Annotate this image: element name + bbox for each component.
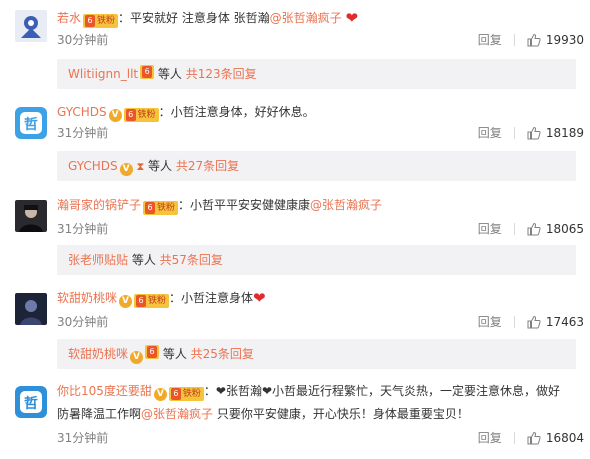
comment-body: ：平安就好 注意身体 张哲瀚 bbox=[118, 11, 270, 25]
comment-actions: 回复 19930 bbox=[478, 32, 584, 48]
like-count: 17463 bbox=[545, 315, 584, 329]
reply-username[interactable]: GYCHDS bbox=[68, 159, 118, 173]
view-replies-link[interactable]: 共123条回复 bbox=[186, 67, 257, 81]
comment-time: 30分钟前 bbox=[57, 315, 109, 329]
view-replies-link[interactable]: 共57条回复 bbox=[160, 253, 223, 267]
view-replies-link[interactable]: 共25条回复 bbox=[191, 347, 254, 361]
thumbs-up-icon[interactable] bbox=[527, 431, 541, 445]
username-link[interactable]: 若水 bbox=[57, 11, 81, 25]
username-link[interactable]: GYCHDS bbox=[57, 105, 107, 119]
thumbs-up-icon[interactable] bbox=[527, 33, 541, 47]
comment-body: ：小哲平平安安健健康康 bbox=[178, 198, 311, 212]
comment-actions: 回复 17463 bbox=[478, 314, 584, 330]
verified-v-icon: V bbox=[119, 163, 133, 176]
comment-body: ：❤张哲瀚❤小哲最近行程繁忙，天气炎热，一定要注意休息，做好 bbox=[203, 384, 561, 398]
comment-actions: 回复 16804 bbox=[478, 430, 584, 446]
reply-summary-bar[interactable]: Wlitiignn_llt 等人 共123条回复 bbox=[57, 59, 576, 89]
reply-summary-mid: 等人 bbox=[159, 347, 191, 361]
avatar[interactable] bbox=[15, 10, 47, 42]
verified-v-icon: V bbox=[130, 351, 144, 364]
divider bbox=[513, 127, 515, 139]
comment-text-line2: 防暑降温工作啊@张哲瀚疯子 只要你平安健康，开心快乐！身体最重要宝贝！ bbox=[57, 404, 584, 424]
reply-summary-mid: 等人 bbox=[128, 253, 160, 267]
reply-summary-bar[interactable]: GYCHDS V ⧗ 等人 共27条回复 bbox=[57, 151, 576, 181]
reply-button[interactable]: 回复 bbox=[478, 314, 502, 330]
comment-body: ：小哲注意身体，好好休息。 bbox=[158, 105, 315, 119]
avatar[interactable]: 哲 bbox=[15, 386, 47, 418]
heart-emoji-icon: ❤ bbox=[345, 9, 359, 27]
username-link[interactable]: 你比105度还要甜 bbox=[57, 384, 152, 398]
divider bbox=[513, 316, 515, 328]
username-link[interactable]: 软甜奶桃咪 bbox=[57, 291, 117, 305]
comment-actions: 回复 18065 bbox=[478, 221, 584, 237]
reply-summary-bar[interactable]: 张老师贴贴 等人 共57条回复 bbox=[57, 245, 576, 275]
fan-badge-icon: 铁粉 bbox=[143, 201, 179, 215]
fan-badge-icon: 铁粉 bbox=[134, 294, 170, 308]
comment-time: 30分钟前 bbox=[57, 33, 109, 47]
svg-text:哲: 哲 bbox=[24, 395, 38, 412]
comment-text: 你比105度还要甜V铁粉：❤张哲瀚❤小哲最近行程繁忙，天气炎热，一定要注意休息，… bbox=[57, 381, 584, 401]
comment-text: 软甜奶桃咪V铁粉：小哲注意身体❤ bbox=[57, 288, 584, 308]
thumbs-up-icon[interactable] bbox=[527, 222, 541, 236]
comment-time: 31分钟前 bbox=[57, 126, 109, 140]
reply-button[interactable]: 回复 bbox=[478, 221, 502, 237]
like-count: 19930 bbox=[545, 33, 584, 47]
view-replies-link[interactable]: 共27条回复 bbox=[176, 159, 239, 173]
like-count: 18065 bbox=[545, 222, 584, 236]
fan-badge-icon: 铁粉 bbox=[83, 14, 119, 28]
divider bbox=[513, 34, 515, 46]
avatar[interactable] bbox=[15, 200, 47, 232]
verified-v-icon: V bbox=[153, 388, 167, 401]
mention-link[interactable]: @张哲瀚疯子 bbox=[270, 11, 342, 25]
divider bbox=[513, 223, 515, 235]
comment-time: 31分钟前 bbox=[57, 222, 109, 236]
heart-emoji-icon: ❤ bbox=[253, 289, 266, 307]
reply-button[interactable]: 回复 bbox=[478, 32, 502, 48]
reply-username[interactable]: 软甜奶桃咪 bbox=[68, 347, 128, 361]
comment-time: 31分钟前 bbox=[57, 431, 109, 445]
verified-v-icon: V bbox=[108, 109, 122, 122]
verified-v-icon: V bbox=[119, 295, 133, 308]
comment-body-3: 只要你平安健康，开心快乐！身体最重要宝贝！ bbox=[213, 407, 469, 421]
reply-button[interactable]: 回复 bbox=[478, 125, 502, 141]
username-link[interactable]: 瀚哥家的锅铲子 bbox=[57, 198, 141, 212]
svg-text:哲: 哲 bbox=[24, 116, 38, 133]
fan-badge-icon: 铁粉 bbox=[123, 108, 159, 122]
comment-body-2: 防暑降温工作啊 bbox=[57, 407, 142, 421]
thumbs-up-icon[interactable] bbox=[527, 315, 541, 329]
reply-summary-bar[interactable]: 软甜奶桃咪V 等人 共25条回复 bbox=[57, 339, 576, 369]
comment-actions: 回复 18189 bbox=[478, 125, 584, 141]
fan-badge-icon bbox=[145, 345, 160, 359]
reply-button[interactable]: 回复 bbox=[478, 430, 502, 446]
comment-text: GYCHDSV铁粉：小哲注意身体，好好休息。 bbox=[57, 102, 584, 122]
mention-link[interactable]: @张哲瀚疯子 bbox=[141, 407, 213, 421]
like-count: 18189 bbox=[545, 126, 584, 140]
comment-text: 若水铁粉：平安就好 注意身体 张哲瀚@张哲瀚疯子 ❤ bbox=[57, 8, 584, 28]
mention-link[interactable]: @张哲瀚疯子 bbox=[310, 198, 382, 212]
fan-badge-icon: 铁粉 bbox=[168, 387, 204, 401]
comment-body: ：小哲注意身体 bbox=[169, 291, 254, 305]
reply-summary-mid: 等人 bbox=[154, 67, 186, 81]
comment-text: 瀚哥家的锅铲子铁粉：小哲平平安安健健康康@张哲瀚疯子 bbox=[57, 195, 584, 215]
fan-badge-icon bbox=[140, 65, 155, 79]
thumbs-up-icon[interactable] bbox=[527, 126, 541, 140]
reply-username[interactable]: Wlitiignn_llt bbox=[68, 67, 138, 81]
reply-username[interactable]: 张老师贴贴 bbox=[68, 253, 128, 267]
avatar[interactable] bbox=[15, 293, 47, 325]
divider bbox=[513, 432, 515, 444]
avatar[interactable]: 哲 bbox=[15, 107, 47, 139]
reply-summary-mid: 等人 bbox=[144, 159, 176, 173]
like-count: 16804 bbox=[545, 431, 584, 445]
